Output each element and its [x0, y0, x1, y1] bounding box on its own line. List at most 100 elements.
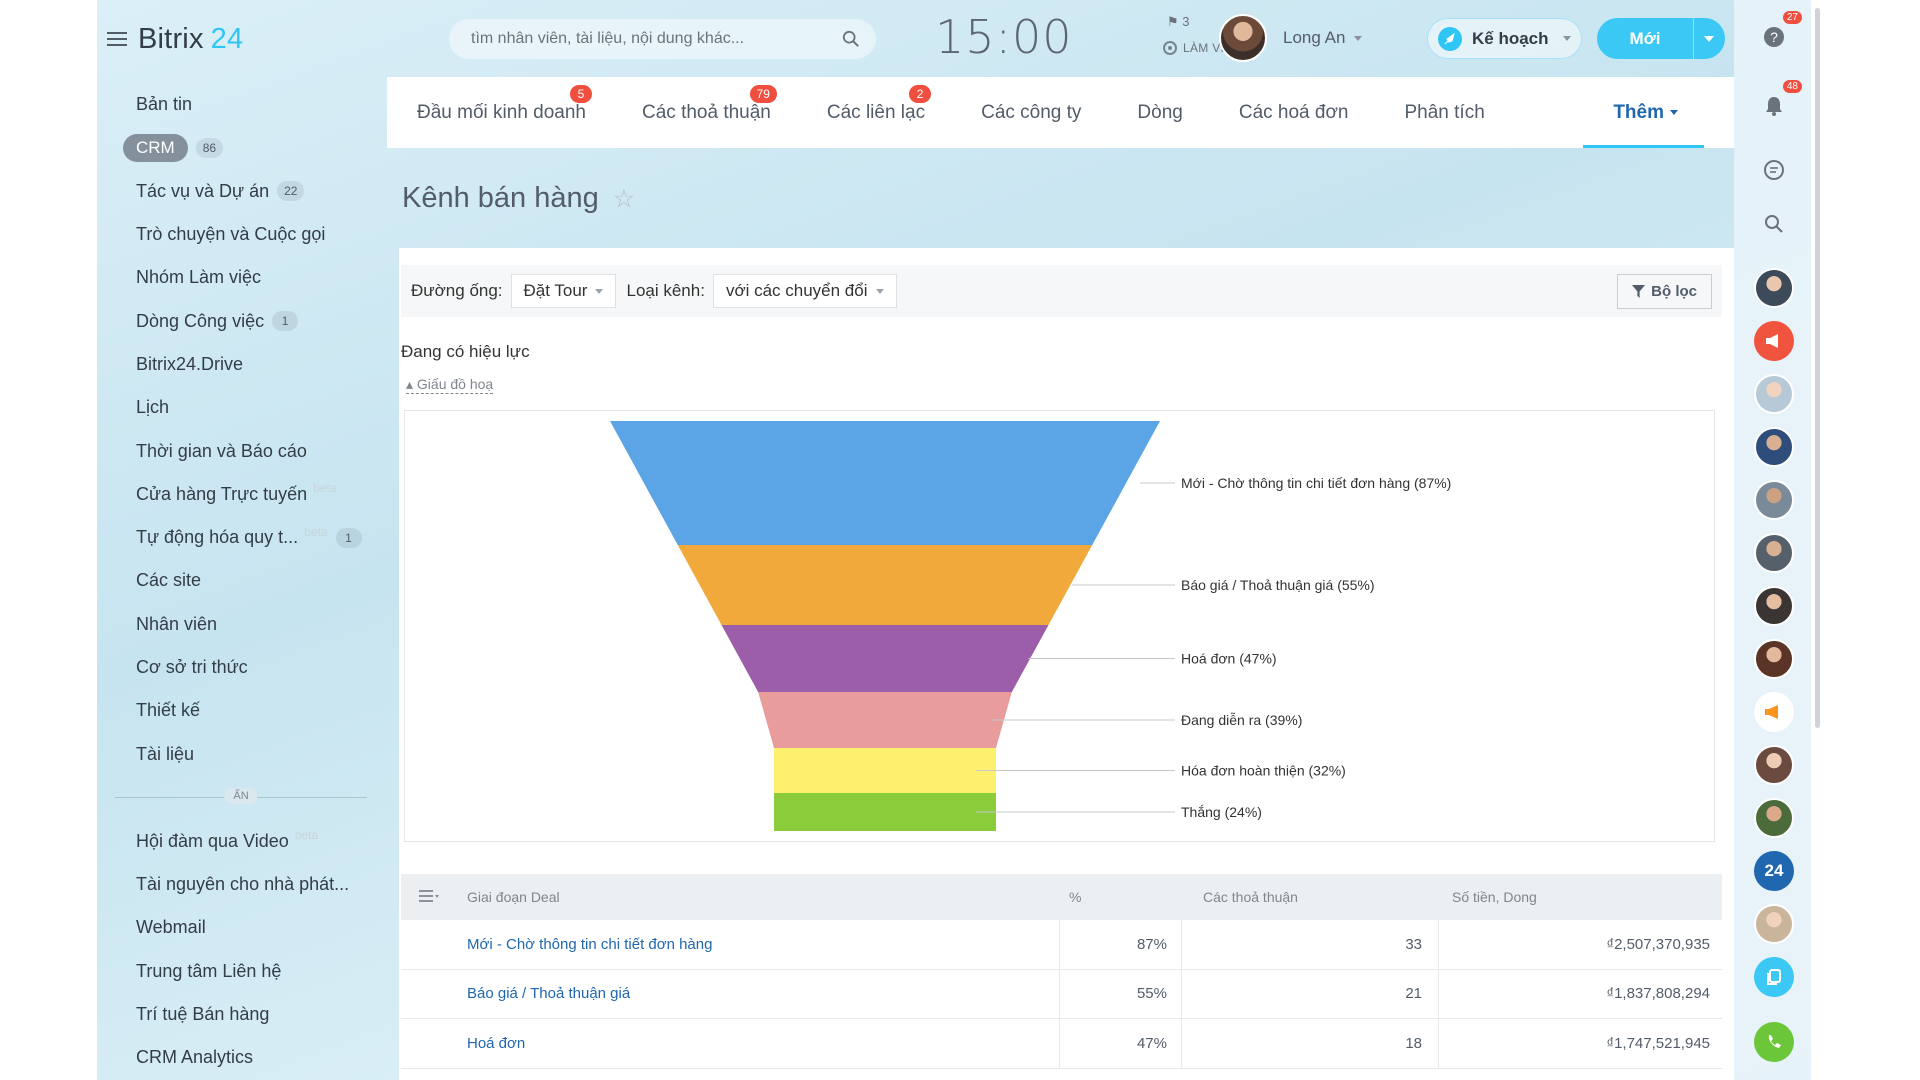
user-avatar[interactable]: [1219, 14, 1267, 62]
hide-chart-toggle[interactable]: ▴ Giấu đồ hoạ: [406, 376, 494, 394]
notifications-bell-icon[interactable]: 48: [1754, 80, 1802, 126]
contact-avatar[interactable]: [1754, 533, 1794, 573]
menu-hamburger-icon[interactable]: [107, 31, 127, 47]
stage-link[interactable]: Báo giá / Thoả thuận giá: [467, 985, 630, 1002]
contact-avatar[interactable]: [1754, 586, 1794, 626]
funnel-chart-svg: Mới - Chờ thông tin chi tiết đơn hàng (8…: [610, 421, 1451, 831]
crm-tab[interactable]: Dòng: [1107, 77, 1208, 148]
sidebar-item[interactable]: Nhân viên: [97, 603, 385, 646]
crm-tab[interactable]: Các công ty: [951, 77, 1107, 148]
announcement-megaphone-icon[interactable]: [1754, 692, 1794, 732]
pipeline-select[interactable]: Đặt Tour: [510, 274, 617, 308]
bitrix24-logo[interactable]: Bitrix 24: [138, 23, 243, 56]
column-settings-icon[interactable]: [401, 889, 467, 906]
sidebar-item-label: Nhân viên: [136, 613, 218, 634]
contact-avatar[interactable]: [1754, 480, 1794, 520]
bitrix24-app-icon[interactable]: 24: [1754, 851, 1794, 891]
hidden-label: ẨN: [224, 787, 258, 804]
filter-bar: Đường ống: Đặt Tour Loại kênh: với các c…: [401, 265, 1722, 317]
crm-tabs: Đầu mối kinh doanh 5 Các thoả thuận 79 Các l…: [387, 77, 1734, 148]
new-dropdown-chevron-icon[interactable]: [1704, 35, 1714, 42]
sidebar-item[interactable]: Cửa hàng Trực tuyến beta: [97, 473, 385, 516]
header-deals[interactable]: Các thoả thuận: [1181, 874, 1438, 920]
funnel-stage-band[interactable]: [758, 692, 1012, 748]
sidebar-item-label: Tác vụ và Dự án: [136, 180, 270, 201]
hidden-items-divider[interactable]: ẨN: [115, 784, 367, 812]
sidebar-item[interactable]: Thời gian và Báo cáo: [97, 429, 385, 472]
sidebar-item[interactable]: Bitrix24.Drive: [97, 343, 385, 386]
sidebar-item[interactable]: Webmail: [97, 906, 385, 949]
help-icon[interactable]: ? 27: [1754, 11, 1802, 57]
sidebar-item[interactable]: Cơ sở tri thức: [97, 646, 385, 689]
header-percent[interactable]: %: [1059, 874, 1181, 920]
header-stage[interactable]: Giai đoạn Deal: [467, 889, 1059, 905]
page-scrollbar[interactable]: [1811, 0, 1824, 1080]
stage-link[interactable]: Hoá đơn: [467, 1035, 525, 1052]
chevron-down-icon: [1354, 35, 1363, 41]
search-input[interactable]: [471, 30, 831, 48]
sidebar-item[interactable]: Hội đàm qua Video beta: [97, 820, 385, 863]
contact-avatar[interactable]: [1754, 268, 1794, 308]
crm-tab[interactable]: Các liên lạc 2: [797, 77, 951, 148]
copy-screen-icon[interactable]: [1754, 957, 1794, 997]
sidebar-item[interactable]: Trò chuyện và Cuộc gọi: [97, 213, 385, 256]
plan-button[interactable]: Kế hoạch: [1427, 18, 1582, 59]
sidebar-item[interactable]: Tài liệu: [97, 732, 385, 775]
plan-button-label: Kế hoạch: [1472, 28, 1549, 48]
crm-tab[interactable]: Đầu mối kinh doanh 5: [387, 77, 612, 148]
sidebar-item-counter: 1: [335, 527, 362, 548]
funnel-stage-band[interactable]: [610, 421, 1160, 545]
scrollbar-thumb[interactable]: [1815, 8, 1820, 728]
page-title: Kênh bán hàng ☆: [402, 182, 635, 215]
contact-avatar[interactable]: [1754, 374, 1794, 414]
user-name[interactable]: Long An: [1283, 28, 1345, 48]
sidebar-item[interactable]: Tài nguyên cho nhà phát...: [97, 863, 385, 906]
sidebar-item[interactable]: Các site: [97, 559, 385, 602]
contact-avatar[interactable]: [1754, 904, 1794, 944]
sidebar-item-label: Tự động hóa quy t...: [136, 527, 299, 548]
filter-button[interactable]: Bộ lọc: [1617, 274, 1712, 309]
sidebar-item-label: Hội đàm qua Video: [136, 830, 289, 851]
contact-avatar[interactable]: [1754, 427, 1794, 467]
sidebar-item[interactable]: CRM Analytics: [97, 1036, 385, 1079]
contact-avatar[interactable]: [1754, 745, 1794, 785]
cell-percent: 55%: [1059, 969, 1181, 1018]
sidebar-item[interactable]: Dòng Công việc 1: [97, 299, 385, 342]
messages-icon[interactable]: [1754, 150, 1794, 190]
sidebar-item[interactable]: Thiết kế: [97, 689, 385, 732]
favorite-star-icon[interactable]: ☆: [613, 184, 635, 214]
open-channels-megaphone-icon[interactable]: [1754, 321, 1794, 361]
contact-avatar[interactable]: [1754, 798, 1794, 838]
sidebar-item[interactable]: Lịch: [97, 386, 385, 429]
global-search[interactable]: [449, 19, 876, 59]
header-sum[interactable]: Số tiền, Dong: [1438, 874, 1722, 920]
sidebar-item[interactable]: Nhóm Làm việc: [97, 256, 385, 299]
crm-tab[interactable]: Phân tích: [1374, 77, 1510, 148]
user-menu[interactable]: Long An: [1219, 14, 1363, 62]
phone-call-icon[interactable]: [1754, 1022, 1794, 1062]
crm-tab[interactable]: Thêm: [1583, 77, 1704, 148]
search-icon[interactable]: [1754, 204, 1794, 244]
funnel-stage-band[interactable]: [677, 545, 1093, 625]
tab-counter-badge: 2: [909, 85, 932, 103]
sidebar-item[interactable]: Trí tuệ Bán hàng: [97, 993, 385, 1036]
sidebar-item[interactable]: Tự động hóa quy t... beta 1: [97, 516, 385, 559]
sidebar-item-label: CRM Analytics: [136, 1047, 254, 1068]
contact-avatar[interactable]: [1754, 639, 1794, 679]
work-status-icon: [1163, 41, 1177, 55]
crm-tab[interactable]: Các hoá đơn: [1209, 77, 1375, 148]
sidebar-item[interactable]: Trung tâm Liên hệ: [97, 950, 385, 993]
funnel-stage-band[interactable]: [721, 625, 1049, 692]
sidebar-item[interactable]: Bản tin: [97, 83, 385, 126]
stage-link[interactable]: Mới - Chờ thông tin chi tiết đơn hàng: [467, 936, 712, 953]
search-icon[interactable]: [842, 30, 860, 48]
sidebar-item[interactable]: CRM 86: [97, 126, 385, 169]
funnel-stage-band[interactable]: [774, 748, 996, 793]
sidebar-item[interactable]: Tác vụ và Dự án 22: [97, 170, 385, 213]
crm-tab[interactable]: Các thoả thuận 79: [612, 77, 797, 148]
chevron-down-icon: [595, 288, 604, 294]
channel-type-select[interactable]: với các chuyển đổi: [712, 274, 897, 308]
funnel-stage-band[interactable]: [774, 793, 996, 831]
clock-time[interactable]: 15:00: [935, 10, 1073, 64]
new-button[interactable]: Mới: [1597, 18, 1725, 59]
